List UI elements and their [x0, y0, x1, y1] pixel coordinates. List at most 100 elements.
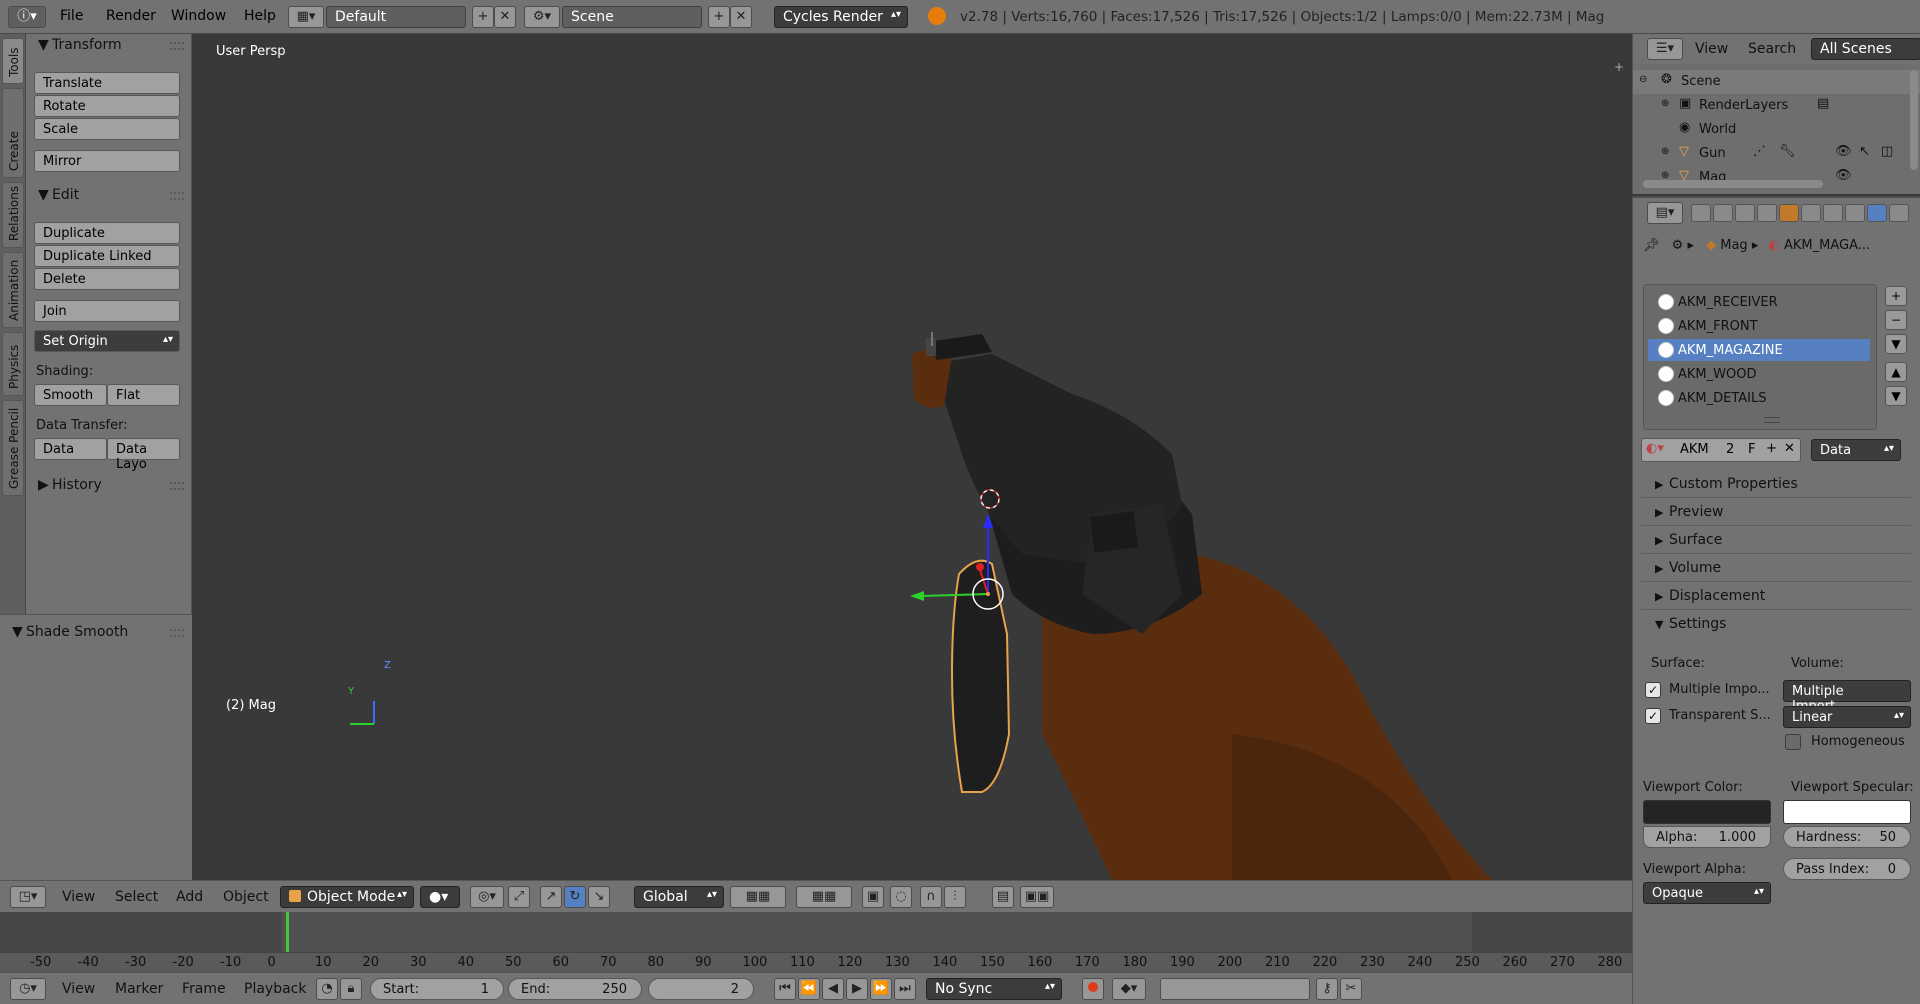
- panel-history-header[interactable]: ▶ History: [26, 474, 192, 498]
- tab-create[interactable]: Create: [2, 88, 24, 178]
- material-slot[interactable]: AKM_FRONT: [1648, 315, 1870, 337]
- play-reverse-icon[interactable]: ◀: [822, 978, 844, 1000]
- menu-playback[interactable]: Playback: [244, 981, 306, 997]
- panel-transform-header[interactable]: ▼ Transform: [26, 34, 192, 58]
- layer-lock-icon[interactable]: ▣: [862, 886, 884, 908]
- homogeneous-checkbox[interactable]: [1785, 734, 1801, 750]
- menu-file[interactable]: File: [60, 8, 83, 24]
- material-tab-icon[interactable]: [1867, 204, 1887, 222]
- outliner-menu-view[interactable]: View: [1695, 41, 1728, 57]
- panel-preview[interactable]: ▶ Preview: [1641, 500, 1911, 526]
- menu-view[interactable]: View: [62, 981, 95, 997]
- scene-field[interactable]: Scene: [562, 6, 702, 28]
- screen-layout-icon[interactable]: ▦▾: [288, 6, 324, 28]
- selectable-cursor-icon[interactable]: ↖: [1859, 144, 1870, 159]
- remove-slot-icon[interactable]: −: [1885, 310, 1907, 330]
- add-layout-icon[interactable]: +: [472, 6, 494, 28]
- rotate-button[interactable]: Rotate: [34, 95, 180, 117]
- rotate-manip-icon[interactable]: ↻: [564, 886, 586, 908]
- object-tab-icon[interactable]: [1779, 204, 1799, 222]
- menu-window[interactable]: Window: [171, 8, 226, 24]
- insert-keyframe-icon[interactable]: ⚷: [1316, 978, 1338, 1000]
- prev-key-icon[interactable]: ⏪: [798, 978, 820, 1000]
- constraints-tab-icon[interactable]: [1801, 204, 1821, 222]
- material-slot[interactable]: AKM_DETAILS: [1648, 387, 1870, 409]
- delete-button[interactable]: Delete: [34, 268, 180, 290]
- panel-displacement[interactable]: ▶ Displacement: [1641, 584, 1911, 610]
- drag-grip-icon[interactable]: [170, 192, 184, 200]
- tab-animation[interactable]: Animation: [2, 252, 24, 328]
- link-dropdown[interactable]: Data ▴▾: [1811, 439, 1901, 461]
- tab-relations[interactable]: Relations: [2, 182, 24, 248]
- jump-start-icon[interactable]: ⏮: [774, 978, 796, 1000]
- panel-settings[interactable]: ▼ Settings: [1641, 612, 1911, 638]
- play-icon[interactable]: ▶: [846, 978, 868, 1000]
- material-name-field[interactable]: AKM: [1680, 442, 1709, 457]
- opengl-render-icon[interactable]: ▤: [992, 886, 1014, 908]
- editor-type-properties-icon[interactable]: ▤▾: [1647, 202, 1683, 224]
- outliner-row-world[interactable]: ◉ World: [1633, 118, 1920, 142]
- list-resize-grip-icon[interactable]: [1764, 417, 1780, 423]
- slot-specials-icon[interactable]: ▼: [1885, 334, 1907, 354]
- outliner-row-renderlayers[interactable]: ⊕ ▣ RenderLayers ▤: [1633, 94, 1920, 118]
- active-keying-set-field[interactable]: [1160, 978, 1310, 1000]
- mode-dropdown[interactable]: Object Mode ▴▾: [280, 886, 414, 908]
- visibility-eye-icon[interactable]: 👁︎: [1835, 144, 1852, 159]
- material-browse-icon[interactable]: ◐▾: [1646, 441, 1664, 456]
- material-datablock[interactable]: ◐▾ AKM 2 F + ✕: [1641, 438, 1801, 462]
- timeline-editor[interactable]: -50 -40 -30 -20 -10 0 10 20 30 40 50 60 70 80 90 100 110…: [0, 912, 1632, 972]
- menu-render[interactable]: Render: [106, 8, 156, 24]
- current-frame-field[interactable]: 2: [648, 978, 754, 1000]
- jump-end-icon[interactable]: ⏭: [894, 978, 916, 1000]
- opengl-anim-icon[interactable]: ▣▣: [1020, 886, 1054, 908]
- modifiers-tab-icon[interactable]: [1823, 204, 1843, 222]
- outliner-row-scene[interactable]: ⊖ ❂ Scene: [1633, 70, 1920, 94]
- move-slot-up-icon[interactable]: ▲: [1885, 362, 1907, 382]
- viewport-color-swatch[interactable]: [1643, 800, 1771, 824]
- remove-layout-icon[interactable]: ✕: [494, 6, 516, 28]
- data-tab-icon[interactable]: [1845, 204, 1865, 222]
- viewport-shading-dropdown[interactable]: ●▾: [420, 886, 460, 908]
- editor-type-outliner-icon[interactable]: ☰▾: [1647, 38, 1683, 60]
- pin-icon[interactable]: 📌︎: [1643, 238, 1660, 253]
- panel-edit-header[interactable]: ▼ Edit: [26, 184, 192, 208]
- delete-keyframe-icon[interactable]: ✂: [1340, 978, 1362, 1000]
- tab-grease-pencil[interactable]: Grease Pencil: [2, 400, 24, 496]
- remove-scene-icon[interactable]: ✕: [730, 6, 752, 28]
- flat-button[interactable]: Flat: [107, 384, 180, 406]
- unlink-material-icon[interactable]: ✕: [1784, 441, 1795, 456]
- timeline-track[interactable]: [0, 912, 1632, 972]
- outliner-row-gun[interactable]: ⊕ ▽ Gun ⋰ 🔧︎ 👁︎ ↖ ◫: [1633, 142, 1920, 166]
- material-slots-list[interactable]: AKM_RECEIVER AKM_FRONT AKM_MAGAZINE AKM_…: [1643, 284, 1877, 430]
- start-frame-field[interactable]: Start: 1: [370, 978, 504, 1000]
- keying-set-icon[interactable]: ◆▾: [1112, 978, 1146, 1000]
- next-key-icon[interactable]: ⏩: [870, 978, 892, 1000]
- scale-button[interactable]: Scale: [34, 118, 180, 140]
- end-frame-field[interactable]: End: 250: [508, 978, 642, 1000]
- render-tab-icon[interactable]: [1691, 204, 1711, 222]
- x-axis-arrow-icon[interactable]: [976, 563, 984, 571]
- panel-volume[interactable]: ▶ Volume: [1641, 556, 1911, 582]
- outliner-menu-search[interactable]: Search: [1748, 41, 1796, 57]
- new-material-icon[interactable]: +: [1766, 441, 1777, 456]
- join-button[interactable]: Join: [34, 300, 180, 322]
- timeline-ruler[interactable]: -50 -40 -30 -20 -10 0 10 20 30 40 50 60 70 80 90 100 110…: [0, 952, 1632, 972]
- fake-user-toggle[interactable]: F: [1748, 442, 1755, 457]
- render-layers-tab-icon[interactable]: [1713, 204, 1733, 222]
- interpolation-dropdown[interactable]: Linear ▴▾: [1783, 706, 1911, 728]
- volume-sampling-dropdown[interactable]: Multiple Import...: [1783, 680, 1911, 714]
- hardness-field[interactable]: Hardness: 50: [1783, 826, 1911, 848]
- menu-view[interactable]: View: [62, 889, 95, 905]
- multiple-importance-checkbox[interactable]: ✓: [1645, 682, 1661, 698]
- smooth-button[interactable]: Smooth: [34, 384, 107, 406]
- scene-tab-icon[interactable]: [1735, 204, 1755, 222]
- drag-grip-icon[interactable]: [170, 482, 184, 490]
- gun-model[interactable]: [192, 34, 1632, 880]
- move-slot-down-icon[interactable]: ▼: [1885, 386, 1907, 406]
- duplicate-linked-button[interactable]: Duplicate Linked: [34, 245, 180, 267]
- lock-range-icon[interactable]: 🔒︎: [340, 978, 362, 1000]
- material-users-count[interactable]: 2: [1726, 442, 1734, 457]
- material-slot[interactable]: AKM_RECEIVER: [1648, 291, 1870, 313]
- panel-shade-smooth-header[interactable]: ▼ Shade Smooth: [0, 621, 192, 645]
- y-axis-arrow-icon[interactable]: [910, 591, 924, 601]
